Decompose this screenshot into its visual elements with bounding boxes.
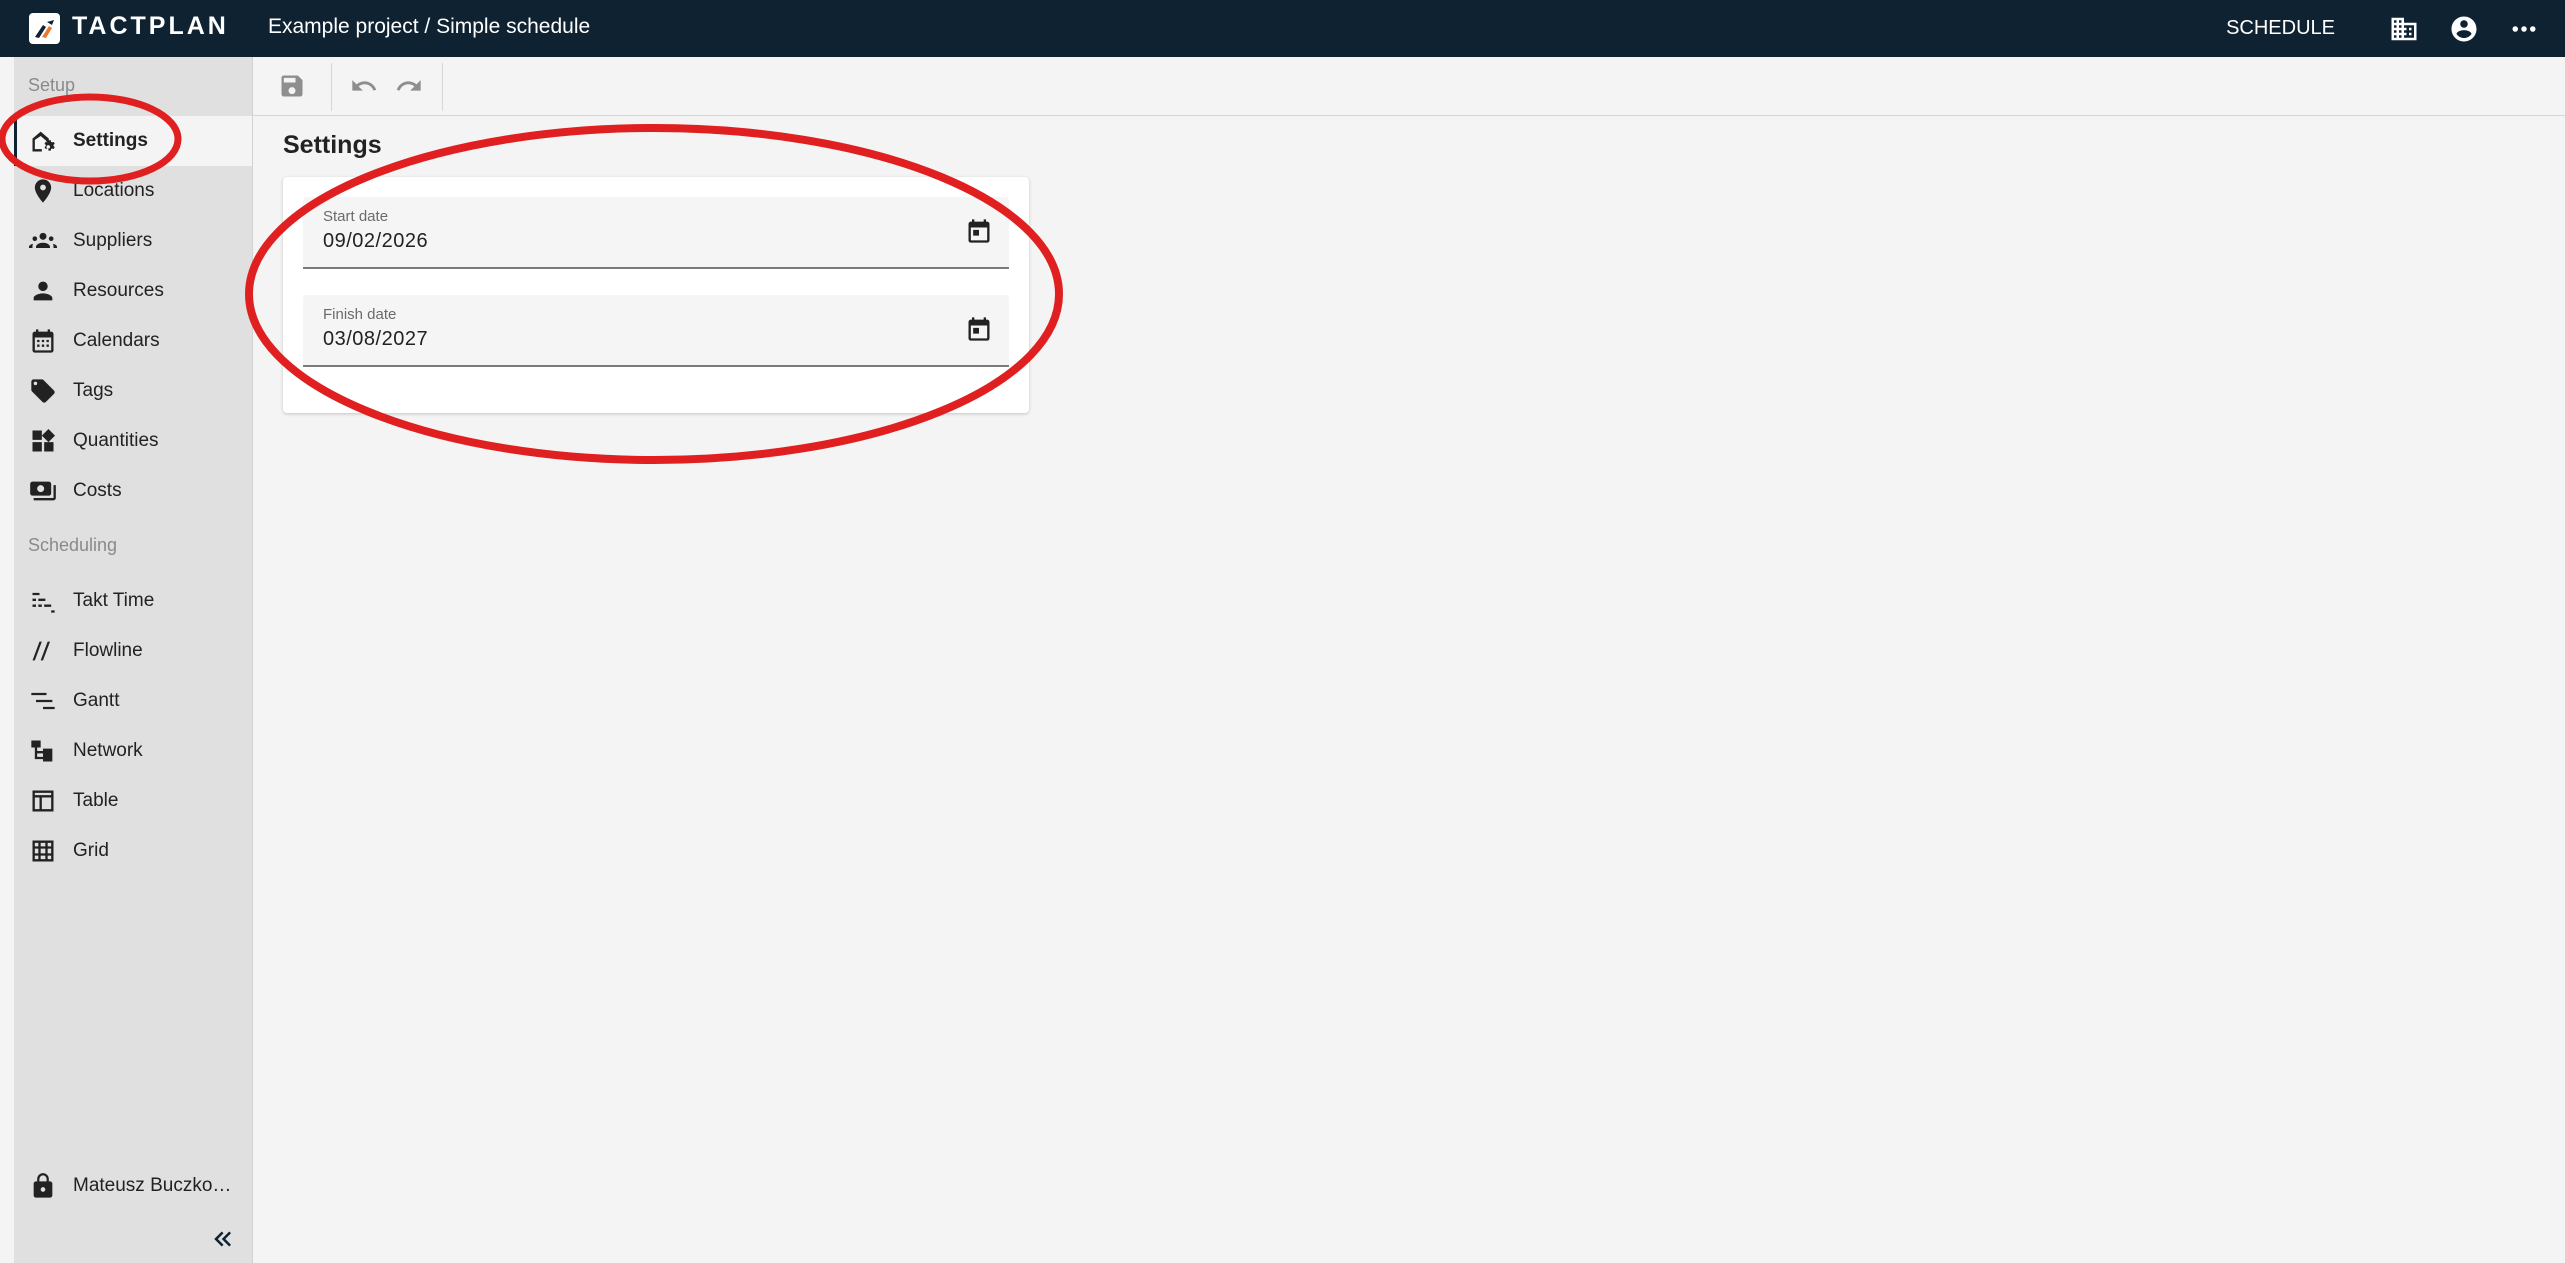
sidebar-item-label: Suppliers xyxy=(73,230,153,251)
calendar-icon[interactable] xyxy=(963,313,995,345)
sidebar-item-tags[interactable]: Tags xyxy=(14,366,252,416)
section-label-setup: Setup xyxy=(28,75,76,95)
sidebar-item-gantt[interactable]: Gantt xyxy=(14,676,252,726)
sidebar-item-label: Settings xyxy=(73,130,148,151)
start-date-input[interactable] xyxy=(323,230,923,253)
sidebar-item-resources[interactable]: Resources xyxy=(14,266,252,316)
page-title: Settings xyxy=(283,131,382,159)
top-app-bar: TACTPLAN Example project / Simple schedu… xyxy=(0,0,2565,57)
undo-button[interactable] xyxy=(347,69,381,103)
grid-icon xyxy=(28,836,58,866)
takt-icon xyxy=(28,586,58,616)
sidebar-item-costs[interactable]: Costs xyxy=(14,466,252,516)
network-icon xyxy=(28,736,58,766)
payments-icon xyxy=(28,476,58,506)
home-settings-icon xyxy=(28,126,58,156)
sidebar: Setup Settings Locations Suppliers Resou… xyxy=(14,57,253,1263)
breadcrumb[interactable]: Example project / Simple schedule xyxy=(268,15,590,39)
gantt-icon xyxy=(28,686,58,716)
section-label-scheduling: Scheduling xyxy=(28,535,118,555)
sidebar-item-label: Locations xyxy=(73,180,155,201)
sidebar-item-label: Tags xyxy=(73,380,114,401)
sidebar-item-label: Grid xyxy=(73,840,109,861)
sidebar-item-quantities[interactable]: Quantities xyxy=(14,416,252,466)
redo-icon xyxy=(396,80,421,91)
more-horizontal-icon[interactable] xyxy=(2507,12,2541,46)
toolbar-divider xyxy=(442,63,443,111)
sidebar-item-label: Gantt xyxy=(73,690,120,711)
sidebar-item-label: Calendars xyxy=(73,330,160,351)
toolbar-divider xyxy=(331,63,332,111)
building-icon[interactable] xyxy=(2387,12,2421,46)
sidebar-item-grid[interactable]: Grid xyxy=(14,826,252,876)
sidebar-item-flowline[interactable]: Flowline xyxy=(14,626,252,676)
save-button[interactable] xyxy=(275,69,309,103)
sidebar-item-label: Quantities xyxy=(73,430,159,451)
sidebar-item-calendars[interactable]: Calendars xyxy=(14,316,252,366)
table-icon xyxy=(28,786,58,816)
account-circle-icon[interactable] xyxy=(2447,12,2481,46)
start-date-field[interactable]: Start date xyxy=(303,197,1009,269)
sidebar-item-table[interactable]: Table xyxy=(14,776,252,826)
groups-icon xyxy=(28,226,58,256)
sidebar-item-label: Table xyxy=(73,790,119,811)
save-icon xyxy=(281,75,303,97)
sidebar-item-settings[interactable]: Settings xyxy=(14,116,252,166)
sidebar-item-takt-time[interactable]: Takt Time xyxy=(14,576,252,626)
undo-icon xyxy=(352,80,377,91)
sidebar-item-label: Resources xyxy=(73,280,164,301)
flowline-icon xyxy=(28,636,58,666)
double-chevron-left-icon xyxy=(214,1231,232,1247)
tag-icon xyxy=(28,376,58,406)
schedule-menu-button[interactable]: SCHEDULE xyxy=(2226,17,2335,40)
calendar-icon xyxy=(28,326,58,356)
toolbar xyxy=(253,57,2565,116)
start-date-label: Start date xyxy=(323,208,389,225)
user-account-item[interactable]: Mateusz Buczkowski xyxy=(14,1161,252,1211)
sidebar-item-network[interactable]: Network xyxy=(14,726,252,776)
sidebar-item-label: Costs xyxy=(73,480,122,501)
person-icon xyxy=(28,276,58,306)
finish-date-label: Finish date xyxy=(323,306,397,323)
sidebar-item-label: Flowline xyxy=(73,640,143,661)
collapse-sidebar-button[interactable] xyxy=(206,1222,240,1256)
sidebar-item-suppliers[interactable]: Suppliers xyxy=(14,216,252,266)
brand-name: TACTPLAN xyxy=(72,12,229,40)
sidebar-item-locations[interactable]: Locations xyxy=(14,166,252,216)
redo-button[interactable] xyxy=(392,69,426,103)
sidebar-item-label: Takt Time xyxy=(73,590,155,611)
widgets-icon xyxy=(28,426,58,456)
finish-date-input[interactable] xyxy=(323,328,923,351)
settings-card: Start date Finish date xyxy=(283,177,1029,413)
location-pin-icon xyxy=(28,176,58,206)
calendar-icon[interactable] xyxy=(963,215,995,247)
tactplan-logo-icon[interactable] xyxy=(29,13,60,44)
sidebar-item-label: Network xyxy=(73,740,143,761)
user-name: Mateusz Buczkowski xyxy=(73,1175,243,1196)
lock-icon xyxy=(28,1171,58,1201)
finish-date-field[interactable]: Finish date xyxy=(303,295,1009,367)
